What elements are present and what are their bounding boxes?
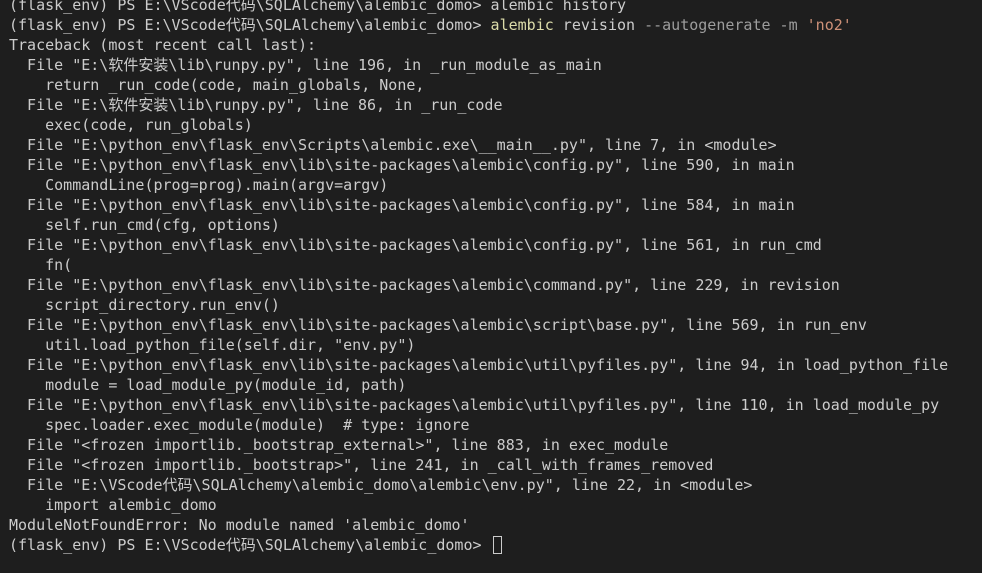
traceback-line: module = load_module_py(module_id, path) <box>9 376 407 394</box>
terminal-output: (flask_env) PS E:\VScode代码\SQLAlchemy\al… <box>9 0 982 555</box>
command-message: 'no2' <box>806 16 852 34</box>
prompt: (flask_env) PS E:\VScode代码\SQLAlchemy\al… <box>9 16 491 34</box>
terminal-panel[interactable]: (flask_env) PS E:\VScode代码\SQLAlchemy\al… <box>0 0 982 573</box>
traceback-line: File "E:\软件安装\lib\runpy.py", line 86, in… <box>9 96 503 114</box>
traceback-output: Traceback (most recent call last): File … <box>9 35 982 535</box>
traceback-line: ModuleNotFoundError: No module named 'al… <box>9 516 470 534</box>
previous-command-line: (flask_env) PS E:\VScode代码\SQLAlchemy\al… <box>9 0 626 14</box>
traceback-line: File "E:\python_env\flask_env\lib\site-p… <box>9 156 795 174</box>
traceback-line: File "E:\python_env\flask_env\Scripts\al… <box>9 136 777 154</box>
traceback-line: File "E:\python_env\flask_env\lib\site-p… <box>9 236 822 254</box>
traceback-line: CommandLine(prog=prog).main(argv=argv) <box>9 176 389 194</box>
traceback-line: File "E:\python_env\flask_env\lib\site-p… <box>9 276 840 294</box>
final-prompt-line[interactable]: (flask_env) PS E:\VScode代码\SQLAlchemy\al… <box>9 535 982 555</box>
traceback-line: spec.loader.exec_module(module) # type: … <box>9 416 470 434</box>
command-name: alembic <box>490 16 554 34</box>
traceback-line: fn( <box>9 256 73 274</box>
traceback-line: util.load_python_file(self.dir, "env.py"… <box>9 336 416 354</box>
traceback-line: Traceback (most recent call last): <box>9 36 317 54</box>
text-cursor[interactable] <box>492 536 502 554</box>
traceback-line: exec(code, run_globals) <box>9 116 253 134</box>
traceback-line: File "E:\python_env\flask_env\lib\site-p… <box>9 396 940 414</box>
command-line: (flask_env) PS E:\VScode代码\SQLAlchemy\al… <box>9 15 982 35</box>
traceback-line: File "<frozen importlib._bootstrap>", li… <box>9 456 714 474</box>
traceback-line: File "E:\软件安装\lib\runpy.py", line 196, i… <box>9 56 602 74</box>
traceback-line: return _run_code(code, main_globals, Non… <box>9 76 425 94</box>
command-flags: --autogenerate -m <box>644 16 807 34</box>
traceback-line: script_directory.run_env() <box>9 296 280 314</box>
command-args: revision <box>553 16 645 34</box>
traceback-line: File "E:\python_env\flask_env\lib\site-p… <box>9 356 949 374</box>
traceback-line: self.run_cmd(cfg, options) <box>9 216 280 234</box>
traceback-line: File "E:\python_env\flask_env\lib\site-p… <box>9 196 795 214</box>
traceback-line: import alembic_domo <box>9 496 217 514</box>
traceback-line: File "E:\VScode代码\SQLAlchemy\alembic_dom… <box>9 476 753 494</box>
prompt: (flask_env) PS E:\VScode代码\SQLAlchemy\al… <box>9 536 491 554</box>
traceback-line: File "<frozen importlib._bootstrap_exter… <box>9 436 669 454</box>
traceback-line: File "E:\python_env\flask_env\lib\site-p… <box>9 316 867 334</box>
